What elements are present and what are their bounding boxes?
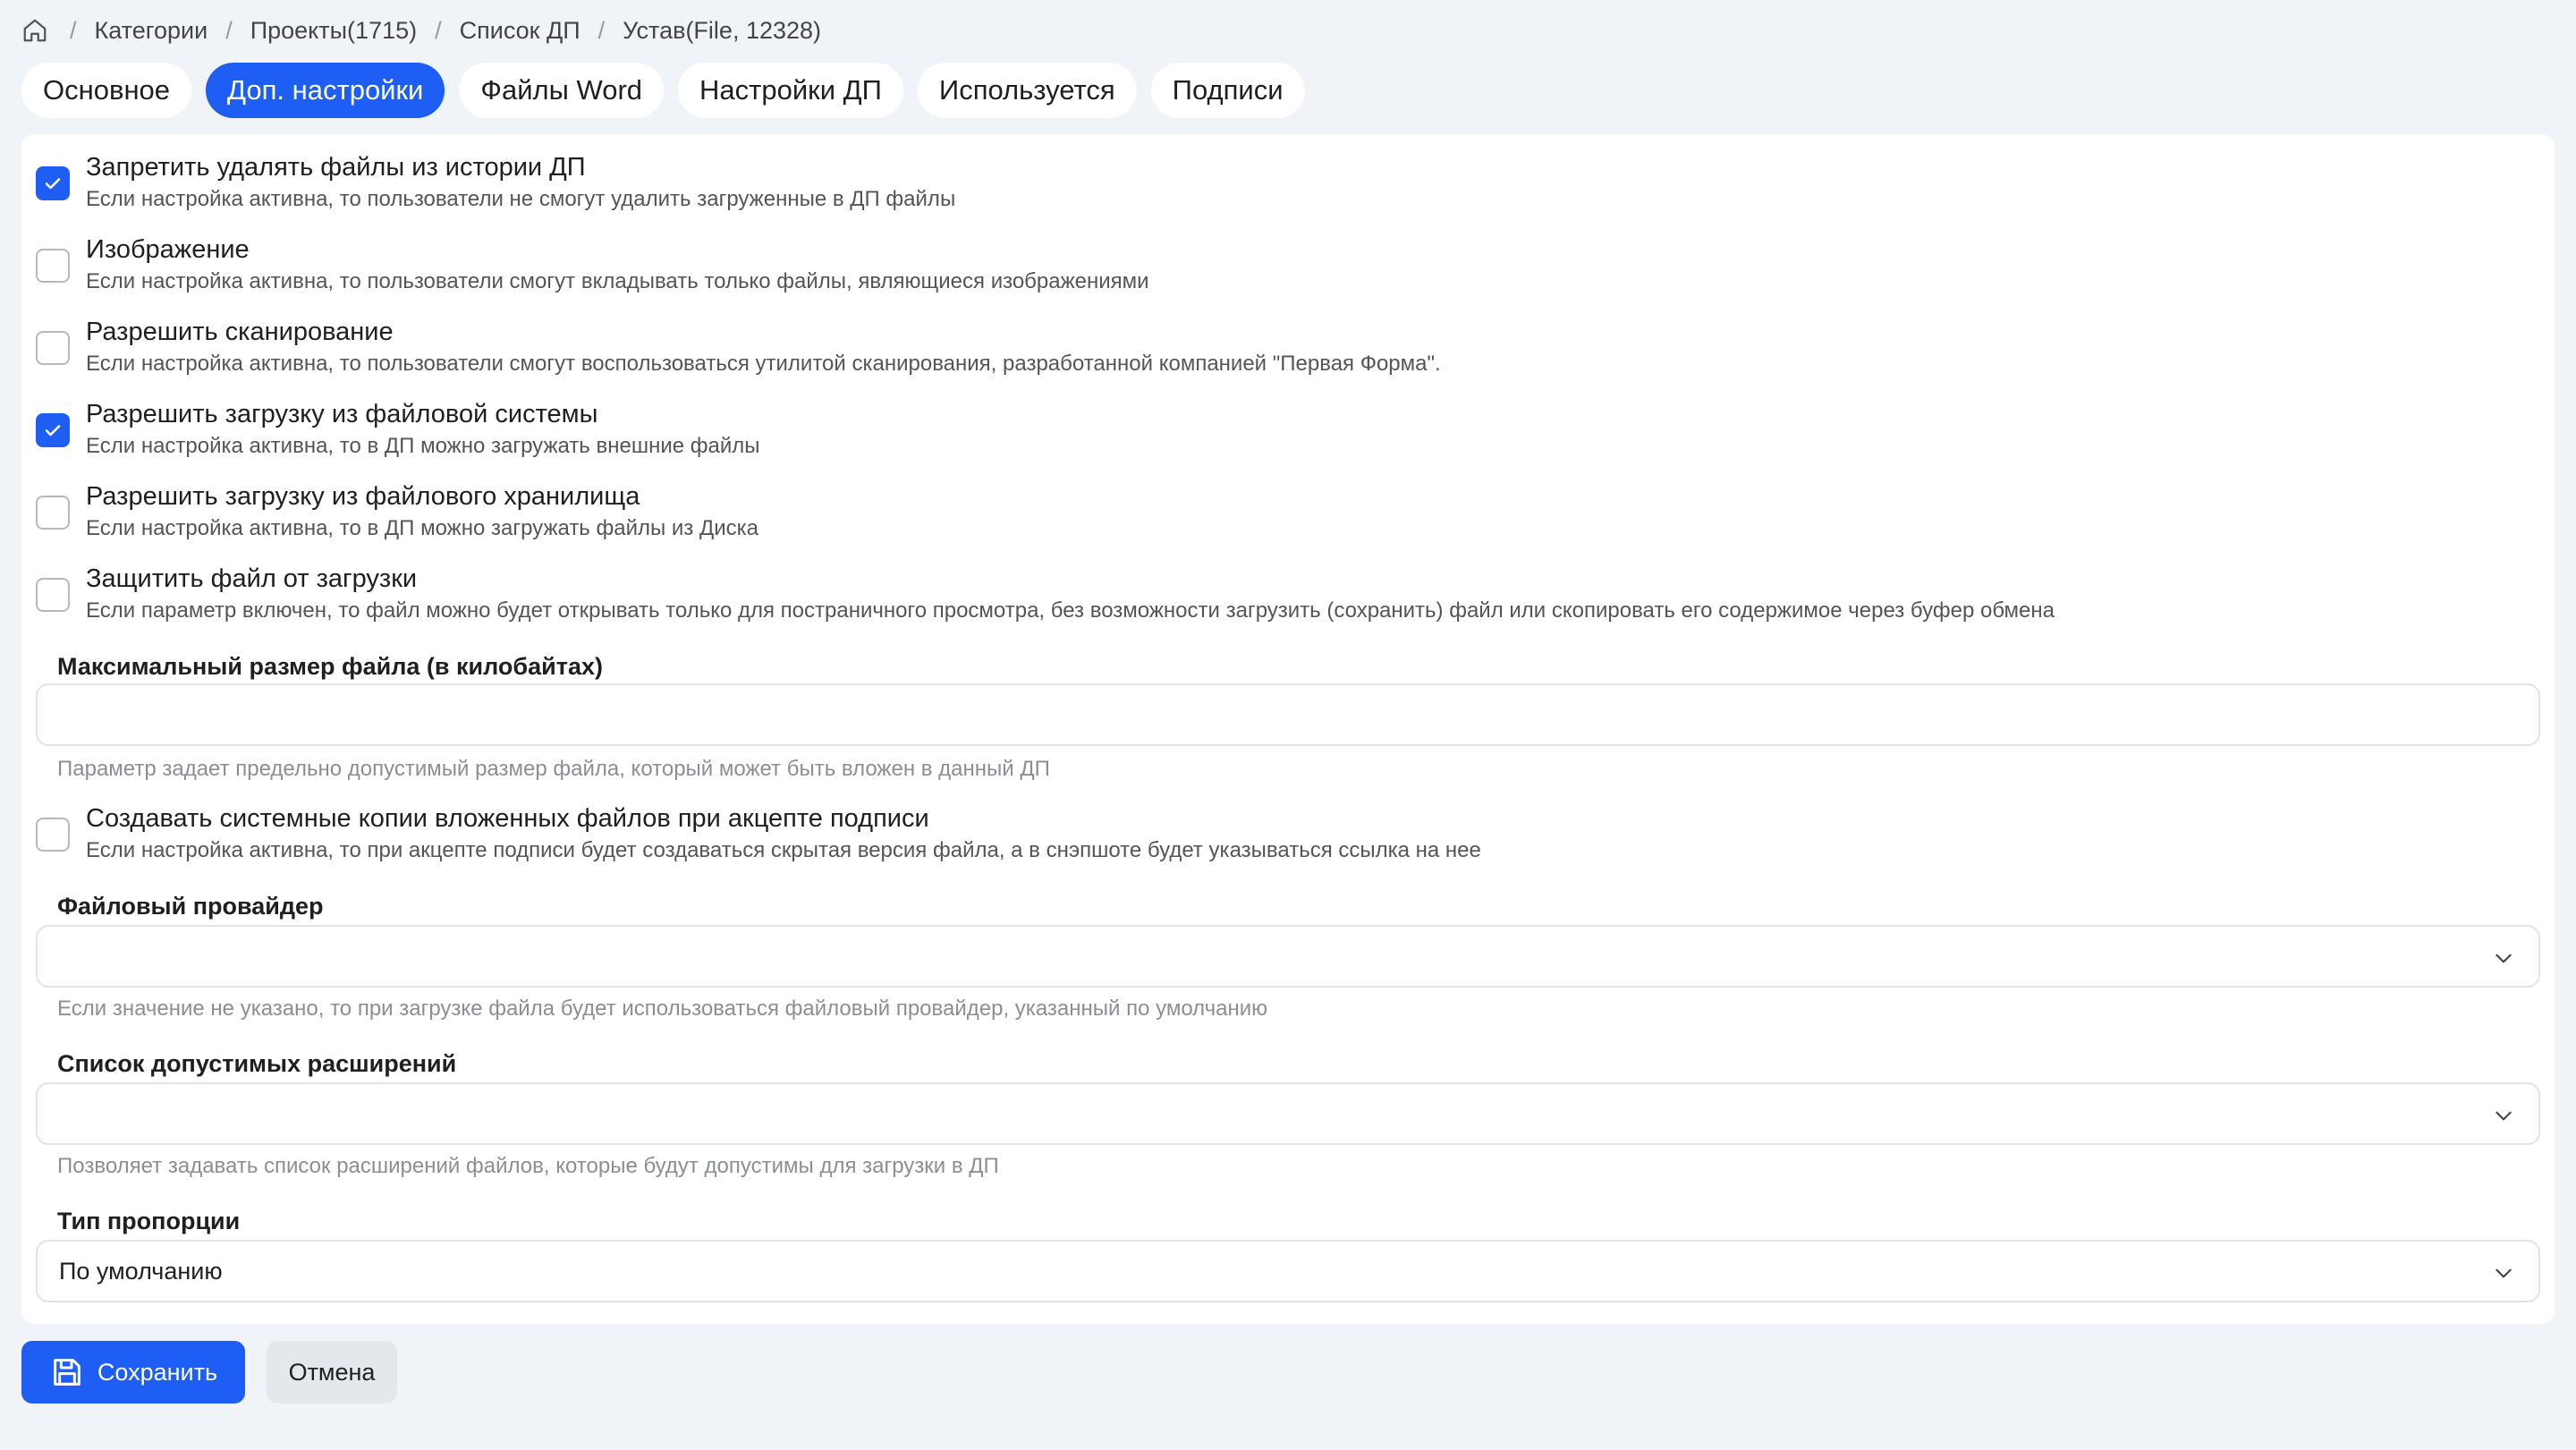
chevron-down-icon [2496,954,2512,963]
breadcrumb-item-current: Устав(File, 12328) [623,16,822,44]
fs-upload-desc: Если настройка активна, то в ДП можно за… [86,434,760,458]
proportion-value: По умолчанию [59,1257,223,1285]
setting-system-copies: Создавать системные копии вложенных файл… [36,785,1481,864]
image-desc: Если настройка активна, то пользователи … [86,269,1149,293]
proportion-select[interactable]: По умолчанию [36,1240,2540,1302]
floppy-disk-icon [54,1359,80,1386]
breadcrumb-item-categories[interactable]: Категории [95,17,208,45]
extensions-select[interactable] [36,1082,2540,1145]
save-button-label: Сохранить [97,1358,218,1386]
breadcrumb-separator: / [435,16,442,44]
forbid-delete-checkbox[interactable] [36,166,70,200]
settings-panel: Запретить удалять файлы из истории ДП Ес… [21,134,2555,1324]
forbid-delete-desc: Если настройка активна, то пользователи … [86,187,956,211]
extensions-hint: Позволяет задавать список расширений фай… [57,1154,999,1178]
breadcrumb-separator: / [597,16,606,44]
cancel-button[interactable]: Отмена [267,1341,397,1403]
provider-hint: Если значение не указано, то при загрузк… [57,996,1268,1021]
setting-fs-upload: Разрешить загрузку из файловой системы Е… [36,381,760,460]
tab-main[interactable]: Основное [21,63,192,118]
storage-upload-checkbox[interactable] [36,496,70,530]
image-label: Изображение [86,235,250,264]
tab-dp-settings[interactable]: Настройки ДП [678,63,903,118]
breadcrumb: / Категории / Проекты(1715) / Список ДП … [21,13,821,48]
scanning-label: Разрешить сканирование [86,318,394,346]
protect-desc: Если параметр включен, то файл можно буд… [86,598,2055,623]
home-icon[interactable] [21,15,52,46]
max-size-label: Максимальный размер файла (в килобайтах) [57,653,603,680]
breadcrumb-item-dp-list[interactable]: Список ДП [460,17,580,45]
check-icon [45,425,61,437]
provider-label: Файловый провайдер [57,893,324,920]
setting-storage-upload: Разрешить загрузку из файлового хранилищ… [36,463,758,542]
storage-upload-label: Разрешить загрузку из файлового хранилищ… [86,482,640,511]
system-copies-desc: Если настройка активна, то при акцепте п… [86,838,1481,862]
forbid-delete-label: Запретить удалять файлы из истории ДП [86,153,586,182]
tab-extra-settings[interactable]: Доп. настройки [206,63,445,118]
save-button[interactable]: Сохранить [21,1341,245,1403]
setting-protect: Защитить файл от загрузки Если параметр … [36,546,2055,624]
setting-forbid-delete: Запретить удалять файлы из истории ДП Ес… [36,134,955,213]
breadcrumb-item-projects[interactable]: Проекты(1715) [250,17,417,45]
max-size-hint: Параметр задает предельно допустимый раз… [57,757,1050,781]
system-copies-checkbox[interactable] [36,818,70,852]
fs-upload-checkbox[interactable] [36,413,70,447]
protect-checkbox[interactable] [36,578,70,612]
setting-scanning: Разрешить сканирование Если настройка ак… [36,299,1441,377]
chevron-down-icon [2496,1111,2512,1121]
breadcrumb-separator: / [70,16,77,44]
image-checkbox[interactable] [36,249,70,283]
tab-used[interactable]: Используется [917,63,1137,118]
scanning-checkbox[interactable] [36,331,70,365]
setting-image: Изображение Если настройка активна, то п… [36,216,1149,295]
scanning-desc: Если настройка активна, то пользователи … [86,352,1441,376]
check-icon [45,178,61,190]
tab-bar: Основное Доп. настройки Файлы Word Настр… [21,63,1305,118]
provider-select[interactable] [36,925,2540,988]
protect-label: Защитить файл от загрузки [86,564,418,593]
tab-signatures[interactable]: Подписи [1150,63,1305,118]
fs-upload-label: Разрешить загрузку из файловой системы [86,400,598,428]
proportion-label: Тип пропорции [57,1208,241,1234]
max-size-input[interactable] [36,683,2540,746]
extensions-label: Список допустимых расширений [57,1050,457,1077]
tab-word-files[interactable]: Файлы Word [459,63,665,118]
system-copies-label: Создавать системные копии вложенных файл… [86,804,929,833]
breadcrumb-separator: / [225,16,233,44]
storage-upload-desc: Если настройка активна, то в ДП можно за… [86,516,759,540]
chevron-down-icon [2496,1268,2512,1278]
